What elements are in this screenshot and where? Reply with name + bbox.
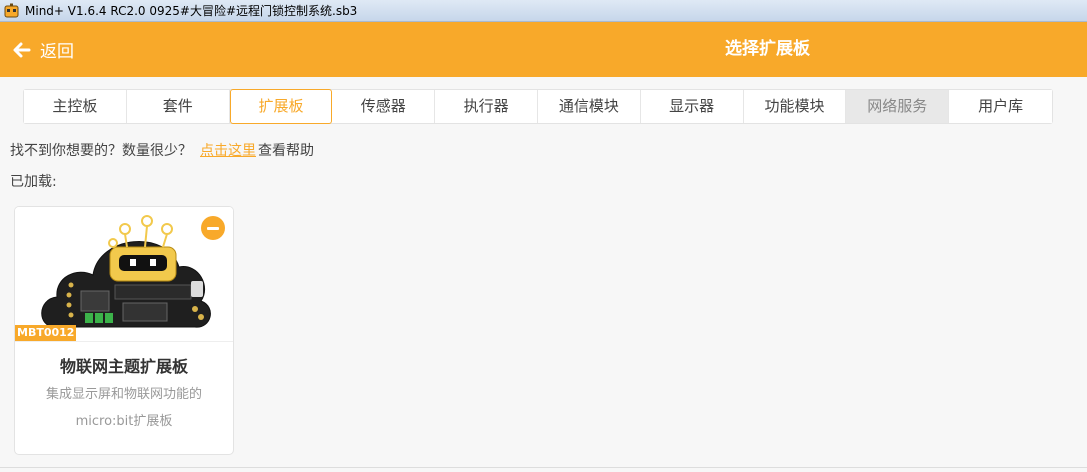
tab-sensors[interactable]: 传感器 [332, 90, 436, 123]
board-id-badge: MBT0012 [15, 325, 77, 341]
tab-communication[interactable]: 通信模块 [537, 90, 641, 123]
help-suffix: 查看帮助 [258, 143, 314, 159]
tab-main-board[interactable]: 主控板 [24, 90, 127, 123]
tab-display[interactable]: 显示器 [640, 90, 744, 123]
help-link[interactable]: 点击这里 [200, 140, 256, 160]
page-header: 返回 选择扩展板 [0, 22, 1087, 77]
help-prefix: 找不到你想要的？数量很少？ [10, 143, 192, 159]
window-titlebar: Mind+ V1.6.4 RC2.0 0925#大冒险#远程门锁控制系统.sb3 [0, 0, 1087, 22]
card-description-line2: micro:bit扩展板 [75, 414, 173, 429]
card-title: 物联网主题扩展板 [59, 357, 188, 376]
arrow-left-icon [13, 42, 31, 57]
help-text: 找不到你想要的？数量很少？ 点击这里 查看帮助 [10, 140, 314, 160]
bottom-divider [0, 467, 1087, 468]
tab-expansion-board[interactable]: 扩展板 [229, 89, 333, 124]
extension-card[interactable]: MBT0012 物联网主题扩展板 集成显示屏和物联网功能的 micro:bit扩… [14, 206, 234, 455]
tab-actuators[interactable]: 执行器 [435, 90, 538, 123]
app-logo-icon [4, 3, 19, 18]
category-tabs: 主控板 套件 扩展板 传感器 执行器 通信模块 显示器 功能模块 网络服务 用户… [23, 89, 1053, 124]
tab-user-library[interactable]: 用户库 [949, 90, 1052, 123]
tab-network-services[interactable]: 网络服务 [846, 90, 950, 123]
tab-kits[interactable]: 套件 [126, 90, 230, 123]
remove-icon[interactable] [201, 216, 225, 240]
loaded-label: 已加载: [10, 174, 57, 190]
back-label: 返回 [40, 42, 74, 62]
card-description-line1: 集成显示屏和物联网功能的 [45, 387, 202, 402]
window-title: Mind+ V1.6.4 RC2.0 0925#大冒险#远程门锁控制系统.sb3 [25, 4, 358, 18]
tab-function-modules[interactable]: 功能模块 [743, 90, 847, 123]
back-button[interactable]: 返回 [12, 22, 74, 77]
page-title: 选择扩展板 [725, 39, 810, 59]
